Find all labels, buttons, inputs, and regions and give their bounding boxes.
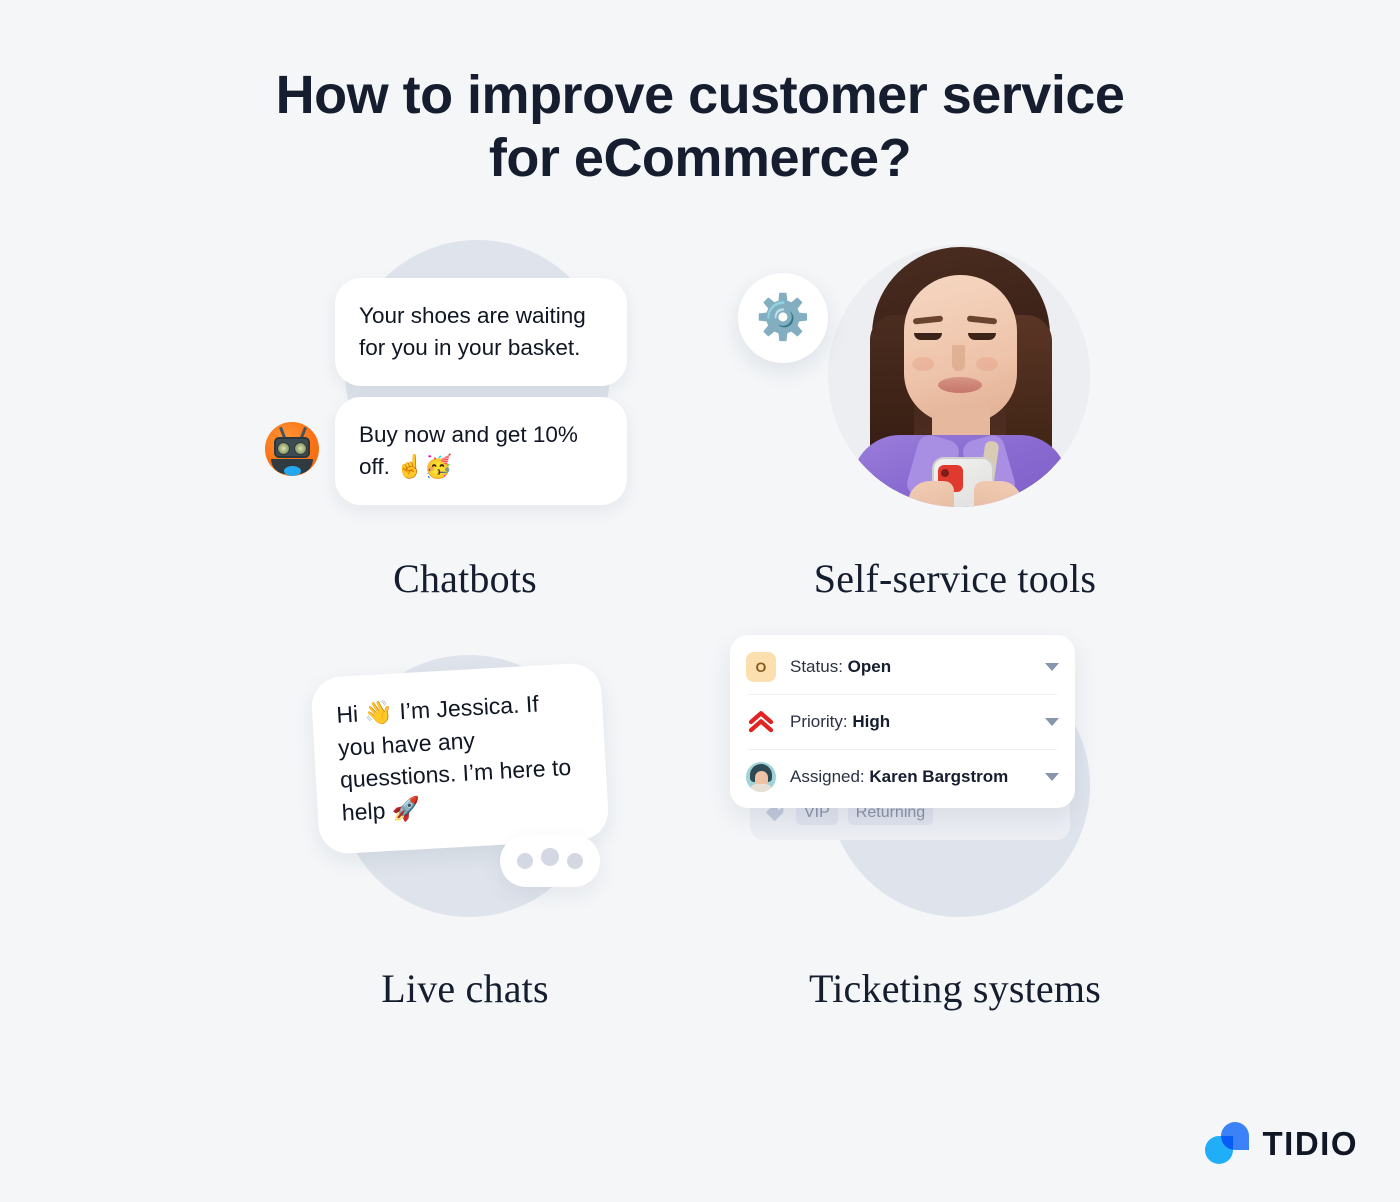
robot-eye-right-icon bbox=[294, 442, 307, 455]
page-title-line-2: for eCommerce? bbox=[488, 127, 912, 188]
robot-eye-left-icon bbox=[277, 442, 290, 455]
tidio-logo-shape-cyan bbox=[1204, 1136, 1233, 1164]
feature-ticketing: VIP Returning O Status: Open Priority: H… bbox=[730, 635, 1180, 1035]
typing-dot-3 bbox=[567, 853, 583, 869]
tidio-logo-mark-icon bbox=[1204, 1122, 1249, 1166]
caption-ticketing: Ticketing systems bbox=[809, 966, 1101, 1011]
typing-dot-2 bbox=[541, 847, 559, 866]
photo-eye-right bbox=[968, 333, 996, 340]
typing-dot-1 bbox=[517, 853, 533, 869]
ticket-row-status[interactable]: O Status: Open bbox=[730, 639, 1075, 694]
feature-live-chats: Hi 👋 I’m Jessica. If you have any quesst… bbox=[240, 635, 690, 1035]
gear-icon: ⚙️ bbox=[738, 273, 828, 363]
chevron-down-icon-priority[interactable] bbox=[1045, 717, 1059, 726]
photo-woman-using-phone bbox=[828, 245, 1090, 507]
tidio-logo-text: TIDIO bbox=[1262, 1125, 1358, 1162]
page-title: How to improve customer service for eCom… bbox=[0, 64, 1400, 189]
ticket-priority-value: High bbox=[852, 711, 891, 731]
photo-cheek-left bbox=[912, 357, 934, 371]
ticket-status-label: Status: Open bbox=[790, 657, 1031, 677]
photo-cheek-right bbox=[976, 357, 998, 371]
caption-self-service: Self-service tools bbox=[813, 556, 1097, 601]
ticket-details-card: O Status: Open Priority: High Assigned: … bbox=[730, 635, 1075, 808]
assignee-avatar-body bbox=[749, 783, 773, 792]
feature-chatbots: Your shoes are waiting for you in your b… bbox=[240, 225, 690, 625]
chevron-down-icon-assigned[interactable] bbox=[1045, 772, 1059, 781]
photo-phone-lens-1 bbox=[941, 469, 949, 477]
page-title-line-1: How to improve customer service bbox=[275, 65, 1125, 125]
live-chat-message-bubble: Hi 👋 I’m Jessica. If you have any quesst… bbox=[310, 662, 610, 855]
caption-chatbots: Chatbots bbox=[393, 556, 537, 601]
ticket-assigned-label: Assigned: Karen Bargstrom bbox=[790, 767, 1031, 787]
robot-mouth-icon bbox=[284, 466, 301, 476]
feature-self-service: ⚙️ Self-service tools bbox=[730, 225, 1180, 625]
status-open-icon: O bbox=[746, 651, 776, 682]
ticket-assigned-prefix: Assigned: bbox=[790, 766, 870, 786]
chatbot-message-bubble-2: Buy now and get 10% off. ☝️🥳 bbox=[335, 397, 627, 505]
ticket-priority-prefix: Priority: bbox=[790, 711, 853, 731]
ticket-row-priority[interactable]: Priority: High bbox=[730, 694, 1075, 749]
photo-nose bbox=[952, 345, 965, 371]
tidio-logo: TIDIO bbox=[1204, 1122, 1359, 1166]
robot-avatar-icon bbox=[265, 422, 319, 476]
priority-high-icon bbox=[748, 710, 774, 732]
chatbot-message-bubble-1: Your shoes are waiting for you in your b… bbox=[335, 278, 627, 386]
photo-eye-left bbox=[914, 333, 942, 340]
ticket-priority-label: Priority: High bbox=[790, 712, 1031, 732]
self-service-photo bbox=[828, 245, 1090, 507]
photo-lips bbox=[938, 377, 982, 393]
ticket-status-value: Open bbox=[847, 656, 892, 676]
ticket-status-prefix: Status: bbox=[790, 656, 848, 676]
caption-live-chats: Live chats bbox=[381, 966, 549, 1011]
assignee-avatar-icon bbox=[746, 761, 776, 792]
chevron-down-icon-status[interactable] bbox=[1045, 662, 1059, 671]
typing-indicator bbox=[500, 835, 600, 887]
ticket-assigned-value: Karen Bargstrom bbox=[869, 766, 1009, 786]
ticket-row-assigned[interactable]: Assigned: Karen Bargstrom bbox=[730, 749, 1075, 804]
feature-grid: Your shoes are waiting for you in your b… bbox=[0, 225, 1400, 1085]
